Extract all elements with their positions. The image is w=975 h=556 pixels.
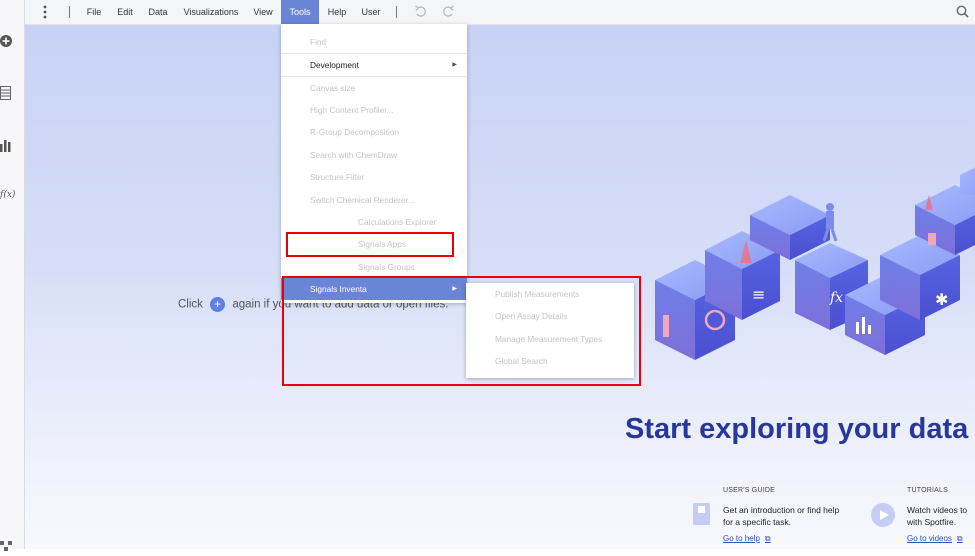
tutorials-title: TUTORIALS [907, 487, 948, 494]
menu-item-calculations-explorer[interactable]: Calculations Explorer [281, 211, 467, 233]
add-data-icon[interactable] [0, 34, 14, 50]
svg-text:fx: fx [829, 290, 843, 306]
tutorials-line2: with Spotfire. [907, 517, 957, 527]
left-sidebar: f(x) [0, 0, 25, 551]
headline: Start exploring your data in [625, 413, 975, 445]
menu-tools[interactable]: Tools [281, 0, 319, 24]
menu-item-r-group-decomposition[interactable]: R-Group Decomposition [281, 121, 467, 143]
tools-dropdown-menu: Find Development ▶ Canvas size High Cont… [281, 24, 467, 303]
menu-data[interactable]: Data [144, 0, 172, 24]
menu-item-high-content-profiler[interactable]: High Content Profiler... [281, 99, 467, 121]
menu-item-switch-chemical-renderer[interactable]: Switch Chemical Renderer... [281, 189, 467, 211]
submenu-arrow-icon: ▶ [452, 62, 457, 68]
more-vertical-icon[interactable] [42, 5, 48, 24]
book-icon [693, 503, 711, 530]
svg-text:≡: ≡ [752, 285, 765, 304]
users-guide-line2: for a specific task. [723, 517, 792, 527]
menu-item-canvas-size[interactable]: Canvas size [281, 77, 467, 99]
menu-file[interactable]: File [81, 0, 107, 24]
go-to-videos-link[interactable]: Go to videos ⧉ [907, 534, 963, 544]
play-icon[interactable] [871, 503, 895, 532]
redo-icon[interactable] [442, 5, 455, 23]
menu-item-find[interactable]: Find [281, 31, 467, 53]
menu-help[interactable]: Help [323, 0, 351, 24]
undo-icon[interactable] [414, 5, 427, 23]
function-icon[interactable]: f(x) [0, 190, 15, 206]
go-to-videos-label[interactable]: Go to videos [907, 534, 952, 543]
menu-item-search-with-chemdraw[interactable]: Search with ChemDraw [281, 144, 467, 166]
isometric-illustration: ≡ fx ✱ [655, 167, 975, 360]
svg-text:✱: ✱ [935, 290, 948, 309]
annotation-box-signals-apps [286, 232, 454, 257]
menubar-separator [69, 6, 70, 18]
annotation-box-signals-inventa [282, 276, 641, 386]
click-prefix: Click [178, 298, 203, 311]
menubar-separator [396, 6, 397, 18]
external-link-icon: ⧉ [956, 534, 963, 543]
network-icon[interactable] [0, 538, 14, 554]
menu-item-development-label: Development [310, 60, 359, 70]
users-guide-title: USER'S GUIDE [723, 487, 775, 494]
go-to-help-link[interactable]: Go to help ⧉ [723, 534, 771, 544]
external-link-icon: ⧉ [764, 534, 771, 543]
menu-view[interactable]: View [250, 0, 276, 24]
menubar: File Edit Data Visualizations View Tools… [25, 0, 975, 25]
menu-visualizations[interactable]: Visualizations [180, 0, 242, 24]
go-to-help-label[interactable]: Go to help [723, 534, 760, 543]
add-data-inline-icon[interactable]: + [210, 297, 226, 312]
search-icon[interactable] [956, 5, 969, 23]
bar-chart-icon[interactable] [0, 138, 14, 154]
menu-item-signals-groups[interactable]: Signals Groups [281, 256, 467, 278]
menu-edit[interactable]: Edit [113, 0, 137, 24]
data-table-icon[interactable] [0, 86, 14, 102]
menu-item-structure-filter[interactable]: Structure Filter [281, 166, 467, 188]
menu-item-development[interactable]: Development ▶ [281, 54, 467, 76]
menu-user[interactable]: User [357, 0, 385, 24]
users-guide-line1: Get an introduction or find help [723, 505, 840, 515]
tutorials-line1: Watch videos to [907, 505, 968, 515]
